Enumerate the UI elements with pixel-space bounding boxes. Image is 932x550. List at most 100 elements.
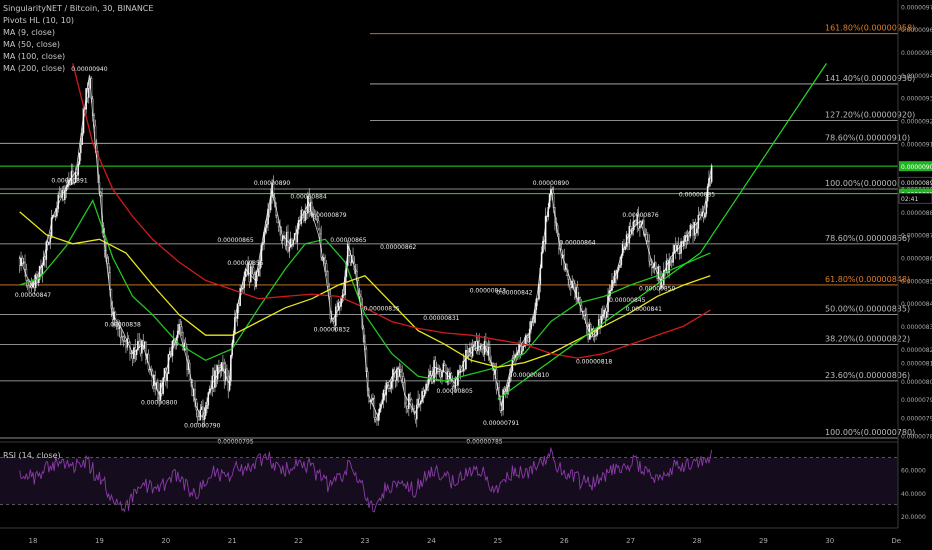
candle-body [500, 409, 503, 411]
time-tick-label: 28 [693, 537, 702, 545]
price-tick-label: 0.00000840 [901, 301, 932, 308]
candle-body [334, 306, 337, 326]
candle-body [507, 382, 510, 387]
candle-body [319, 228, 321, 235]
fib-level-label: 61.80%(0.00000848) [825, 275, 910, 284]
price-tick-label: 0.00000860 [901, 256, 932, 263]
indicator-pivots[interactable]: Pivots HL (10, 10) [3, 15, 153, 27]
indicator-ma200[interactable]: MA (200, close) [3, 63, 153, 75]
candle-body [651, 264, 653, 269]
price-tag-label: 0.00000900 [901, 164, 932, 171]
candle-body [24, 261, 26, 270]
price-pane[interactable]: 161.80%(0.00000958)141.40%(0.00000936)12… [0, 24, 915, 446]
candle-body [415, 404, 418, 420]
candle-body [57, 194, 60, 210]
pivot-label: 0.00000865 [217, 237, 253, 244]
rsi-legend[interactable]: RSI (14, close) [3, 451, 61, 460]
candle-body [677, 245, 680, 255]
fib-level-label: 50.00%(0.00000835) [825, 305, 910, 314]
candle-body [617, 267, 620, 271]
candle-body [688, 235, 690, 237]
candle-body [166, 373, 168, 382]
price-tick-label: 0.00000940 [901, 73, 932, 80]
candle-body [265, 224, 268, 228]
pivot-label: 0.00000842 [496, 290, 532, 297]
candle-body [481, 346, 483, 350]
pivot-label: 0.00000876 [622, 212, 658, 219]
candle-body [333, 321, 336, 326]
rsi-tick-label: 60.0000 [901, 467, 926, 474]
price-tick-label: 0.00000850 [901, 278, 932, 285]
candle-body [44, 256, 46, 260]
candle-body [216, 365, 219, 380]
indicator-ma100[interactable]: MA (100, close) [3, 51, 153, 63]
candle-body [80, 144, 82, 154]
candle-body [532, 321, 535, 323]
candle-body [422, 391, 425, 396]
candle-body [218, 365, 220, 368]
indicator-ma9[interactable]: MA (9, close) [3, 27, 153, 39]
time-tick-label: 25 [493, 537, 502, 545]
candle-body [605, 311, 608, 318]
rsi-tick-label: 20.0000 [901, 514, 926, 521]
symbol-title: SingularityNET / Bitcoin, 30, BINANCE [3, 4, 154, 13]
candle-body [482, 348, 484, 355]
candle-body [238, 303, 240, 306]
candle-body [680, 241, 682, 254]
current-price-label: 0.00000893 [901, 180, 932, 187]
candle-body [257, 268, 260, 277]
candle-body [463, 360, 466, 370]
time-tick-label: De [891, 537, 901, 545]
candle-body [467, 351, 470, 353]
price-tick-label: 0.00000798 [901, 397, 932, 404]
price-tick-label: 0.00000930 [901, 96, 932, 103]
candle-body [138, 340, 141, 345]
candle-body [527, 337, 530, 342]
price-tick-label: 0.00000830 [901, 324, 932, 331]
candle-body [87, 88, 90, 98]
candle-body [394, 372, 397, 381]
candle-body [639, 225, 641, 229]
candle-body [78, 152, 81, 165]
rsi-pane[interactable] [0, 446, 898, 513]
pivot-label: 0.00000818 [576, 358, 612, 365]
candle-body [127, 338, 130, 343]
candle-body [593, 335, 596, 337]
price-tick-label: 0.00000790 [901, 415, 932, 422]
pivot-label: 0.00000891 [51, 178, 87, 185]
candle-body [696, 228, 698, 234]
candle-body [633, 220, 636, 223]
candle-body [520, 350, 523, 355]
candle-body [227, 376, 230, 391]
chart-legend: SingularityNET / Bitcoin, 30, BINANCE Pi… [3, 3, 153, 75]
candle-body [226, 368, 228, 378]
time-tick-label: 24 [427, 537, 436, 545]
candle-body [426, 383, 429, 385]
candle-body [473, 344, 475, 348]
candle-body [252, 267, 255, 275]
candle-body [325, 263, 328, 272]
candle-body [461, 370, 463, 372]
pivot-label: 0.00000850 [639, 285, 675, 292]
candle-body [693, 222, 696, 236]
pivot-label: 0.00000810 [513, 372, 549, 379]
price-tick-label: 0.00000920 [901, 118, 932, 125]
current-price-label: 02:41 [901, 196, 918, 203]
indicator-ma50[interactable]: MA (50, close) [3, 39, 153, 51]
candle-body [324, 257, 326, 264]
candle-body [268, 208, 271, 211]
candle-body [632, 221, 635, 231]
candle-body [709, 178, 712, 183]
pivot-label: 0.00000864 [559, 239, 595, 246]
candle-body [466, 349, 469, 352]
candle-body [649, 260, 652, 265]
candle-body [572, 280, 575, 284]
candle-body [242, 287, 244, 290]
candle-body [22, 261, 25, 264]
candle-body [349, 254, 352, 263]
time-tick-label: 23 [361, 537, 370, 545]
candle-body [264, 227, 267, 233]
price-chart[interactable]: 161.80%(0.00000958)141.40%(0.00000936)12… [0, 0, 932, 550]
price-tick-label: 0.00000806 [901, 379, 932, 386]
pivot-label: 0.00000790 [184, 422, 220, 429]
